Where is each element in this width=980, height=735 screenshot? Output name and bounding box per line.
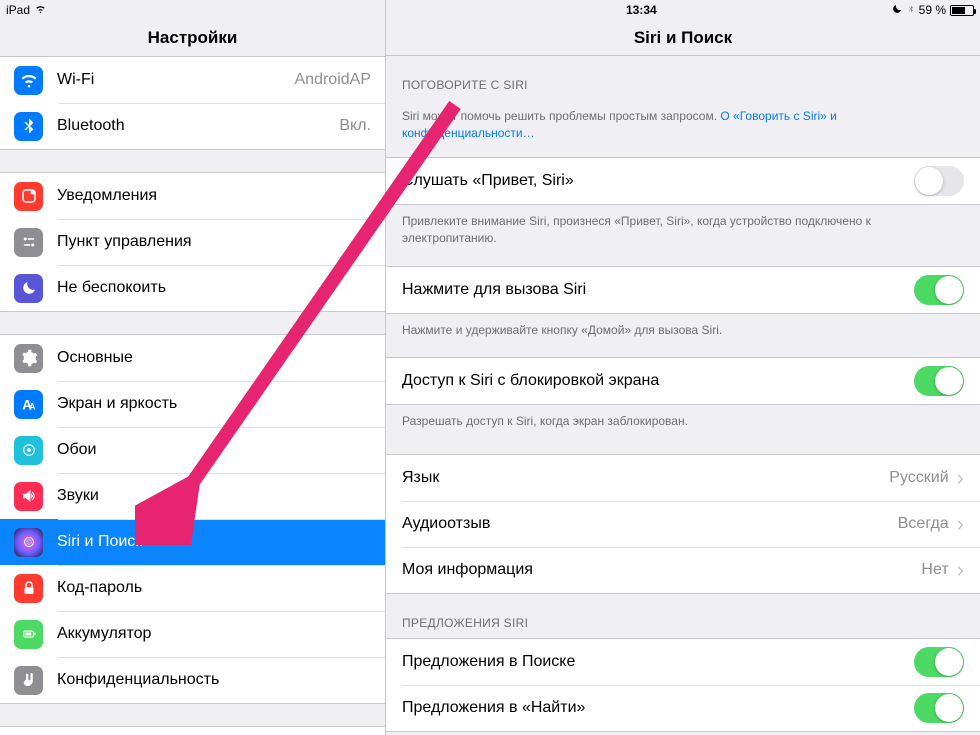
sidebar-item-label: Экран и яркость [57,395,371,413]
row-suggestions-lookup[interactable]: Предложения в «Найти» [386,685,980,731]
row-label: Предложения в «Найти» [402,699,914,717]
sidebar-item-label: Уведомления [57,187,371,205]
wifi-icon [34,3,47,17]
sidebar-item-label: Основные [57,349,371,367]
hey-siri-footer: Привлеките внимание Siri, произнеся «При… [386,205,980,248]
sidebar-item-label: Пункт управления [57,233,371,251]
row-voice-feedback[interactable]: Аудиоотзыв Всегда › [386,501,980,547]
device-name: iPad [6,3,30,17]
toggle-hey-siri[interactable] [914,166,964,196]
sidebar-item-label: Не беспокоить [57,279,371,297]
row-my-info[interactable]: Моя информация Нет › [386,547,980,593]
settings-sidebar: iPad Настройки Wi-Fi AndroidAP Bluetooth [0,0,386,735]
sidebar-item-label: Wi-Fi [57,71,287,89]
dnd-status-icon [891,3,903,18]
battery-percent: 59 % [919,3,946,17]
row-hey-siri[interactable]: Слушать «Привет, Siri» [386,158,980,204]
row-press-for-siri[interactable]: Нажмите для вызова Siri [386,267,980,313]
sidebar-item-general[interactable]: Основные [0,335,385,381]
svg-text:A: A [29,401,36,411]
sidebar-item-wifi[interactable]: Wi-Fi AndroidAP [0,57,385,103]
sidebar-item-label: Конфиденциальность [57,671,371,689]
row-suggestions-search[interactable]: Предложения в Поиске [386,639,980,685]
notifications-icon [14,182,43,211]
detail-title: Siri и Поиск [386,20,980,56]
chevron-right-icon: › [957,559,964,581]
row-label: Нажмите для вызова Siri [402,281,914,299]
sidebar-item-label: Bluetooth [57,117,331,135]
speaker-icon [14,482,43,511]
chevron-right-icon: › [957,467,964,489]
row-value: Русский [889,469,948,487]
lock-icon [14,574,43,603]
toggle-lock-siri[interactable] [914,366,964,396]
row-label: Доступ к Siri с блокировкой экрана [402,372,914,390]
sidebar-item-battery[interactable]: Аккумулятор [0,611,385,657]
row-label: Моя информация [402,561,921,579]
sidebar-item-display[interactable]: AA Экран и яркость [0,381,385,427]
press-siri-footer: Нажмите и удерживайте кнопку «Домой» для… [386,314,980,339]
sidebar-item-label: Обои [57,441,371,459]
row-value: Всегда [898,515,949,533]
sidebar-item-label: Siri и Поиск [57,533,371,551]
bluetooth-icon [14,112,43,141]
chevron-right-icon: › [957,513,964,535]
siri-icon [14,528,43,557]
hand-icon [14,666,43,695]
sidebar-item-value: Вкл. [339,117,371,135]
moon-icon [14,274,43,303]
battery-icon [14,620,43,649]
sidebar-item-sounds[interactable]: Звуки [0,473,385,519]
sidebar-item-label: Звуки [57,487,371,505]
sidebar-item-notifications[interactable]: Уведомления [0,173,385,219]
toggle-press-siri[interactable] [914,275,964,305]
status-time: 13:34 [626,3,657,17]
status-bar-right: 13:34 59 % [386,0,980,20]
control-center-icon [14,228,43,257]
wifi-icon [14,66,43,95]
sidebar-item-control-center[interactable]: Пункт управления [0,219,385,265]
gear-icon [14,344,43,373]
sidebar-item-label: Код-пароль [57,579,371,597]
row-label: Язык [402,469,889,487]
row-siri-lock-screen[interactable]: Доступ к Siri с блокировкой экрана [386,358,980,404]
sidebar-item-bluetooth[interactable]: Bluetooth Вкл. [0,103,385,149]
sidebar-item-siri[interactable]: Siri и Поиск [0,519,385,565]
sidebar-item-wallpaper[interactable]: Обои [0,427,385,473]
sidebar-title: Настройки [0,20,385,56]
wallpaper-icon [14,436,43,465]
lock-siri-footer: Разрешать доступ к Siri, когда экран заб… [386,405,980,430]
row-label: Слушать «Привет, Siri» [402,172,914,190]
sidebar-item-value: AndroidAP [295,71,372,89]
sidebar-item-label: Аккумулятор [57,625,371,643]
section-header-talk: ПОГОВОРИТЕ С SIRI [386,56,980,100]
detail-pane: 13:34 59 % Siri и Поиск ПОГОВОРИТЕ С SIR… [386,0,980,735]
status-bar-left: iPad [0,0,385,20]
talk-description: Siri может помочь решить проблемы просты… [386,100,980,143]
row-value: Нет [921,561,948,579]
battery-icon [950,5,974,16]
toggle-suggestions-search[interactable] [914,647,964,677]
sidebar-item-itunes[interactable]: iTunes Store и App Store [0,727,385,735]
row-label: Предложения в Поиске [402,653,914,671]
bluetooth-status-icon [907,3,915,18]
sidebar-item-passcode[interactable]: Код-пароль [0,565,385,611]
display-icon: AA [14,390,43,419]
section-header-suggestions: ПРЕДЛОЖЕНИЯ SIRI [386,594,980,638]
row-language[interactable]: Язык Русский › [386,455,980,501]
sidebar-item-dnd[interactable]: Не беспокоить [0,265,385,311]
toggle-suggestions-lookup[interactable] [914,693,964,723]
row-label: Аудиоотзыв [402,515,898,533]
sidebar-item-privacy[interactable]: Конфиденциальность [0,657,385,703]
